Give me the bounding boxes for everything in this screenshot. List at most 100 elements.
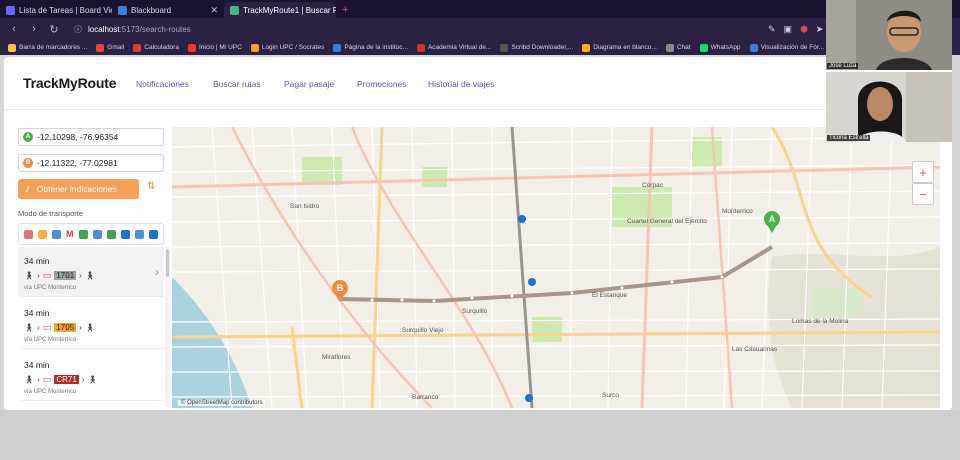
route-steps: 🚶︎ › ▭ 1701 › 🚶︎ [24,270,95,281]
bookmark-label: Visualización de Fór... [760,44,825,51]
tab-label: TrackMyRoute1 | Buscar Rutas [243,5,336,15]
bookmark-item[interactable]: Barra de marcadores ... [8,43,88,52]
route-steps: 🚶︎ › ▭ 1705 › 🚶︎ [24,322,95,333]
chevron-right-icon: › [37,375,40,384]
vpn-icon[interactable]: ⬢ [800,24,808,35]
new-tab-button[interactable]: + [336,2,354,18]
nav-promociones[interactable]: Promociones [357,79,407,89]
bookmark-item[interactable]: Scribd Downloader,... [500,43,573,52]
route-option[interactable]: 34 min 🚶︎ › ▭ 1705 › 🚶︎ vía UPC Monterrico [18,299,164,349]
bus-icon: ▭ [42,322,52,332]
bookmark-item[interactable]: Calculadora [133,43,179,52]
bookmark-icon [96,43,105,52]
train-icon[interactable] [92,229,102,239]
participant-video-2: Ticona Estrella [826,72,952,142]
bookmark-item[interactable]: Inicio | Mi UPC [187,43,242,52]
browser-tab-blackboard[interactable]: Blackboard ✕ [112,2,224,18]
bus-icon: ▭ [42,374,52,384]
bookmark-label: Login UPC / Socrates [261,44,325,51]
bookmark-label: Barra de marcadores ... [19,44,88,51]
transport-mode-selector: M [18,223,164,245]
bookmark-item[interactable]: Gmail [96,43,125,52]
participant-avatar [826,72,952,142]
origin-input[interactable]: A -12.10298, -76.96354 [18,128,164,146]
results-scrollbar-thumb[interactable] [166,249,169,277]
bookmark-item[interactable]: Página de la instituc... [333,43,408,52]
tab-label: Lista de Tareas | Board View [19,5,112,15]
route-line-badge: 1701 [54,271,77,280]
camera-icon[interactable]: ▣ [784,24,793,35]
route-duration: 34 min [24,308,50,318]
reload-icon[interactable]: ↻ [48,23,60,36]
ferry-icon[interactable] [149,229,159,239]
tab-favicon-icon [230,5,239,15]
map-label: El Estanque [592,292,627,299]
bookmark-item[interactable]: Chat [665,43,691,52]
url-path: :5173/search-routes [119,24,191,34]
tram-icon[interactable] [106,229,116,239]
bus-blue-icon[interactable] [51,229,61,239]
map-label: Las Casuarinas [732,346,778,353]
bookmark-label: Inicio | Mi UPC [198,44,242,51]
bookmark-item[interactable]: Visualización de Fór... [749,43,825,52]
tab-label: Blackboard [131,5,172,15]
origin-marker-icon: A [23,132,33,142]
walk-icon: 🚶︎ [84,271,95,280]
route-via: vía UPC Monterrico [24,389,77,395]
bookmark-icon [133,43,142,52]
route-via: vía UPC Monterrico [24,337,77,343]
corridor-icon[interactable] [78,229,88,239]
participant-video-1: Jose Luza [826,0,952,70]
nav-historial-de-viajes[interactable]: Historial de viajes [428,79,495,89]
destination-input[interactable]: B -12.11322, -77.02981 [18,154,164,172]
app-page: TrackMyRoute Notificaciones Buscar rutas… [4,57,952,410]
nav-notificaciones[interactable]: Notificaciones [136,79,189,89]
bookmark-item[interactable]: Login UPC / Socrates [250,43,325,52]
close-tab-icon[interactable]: ✕ [210,5,218,16]
cable-car-icon[interactable] [121,229,131,239]
walk-icon: 🚶︎ [84,323,95,332]
info-icon: ⓘ [74,24,82,34]
bus-icon: ▭ [42,270,52,280]
map-label: Surquillo Viejo [402,327,444,334]
address-bar[interactable]: ⓘ localhost:5173/search-routes [68,21,728,37]
browser-tab-trackmyroute[interactable]: TrackMyRoute1 | Buscar Rutas ✕ [224,2,336,18]
swap-icon[interactable]: ⇅ [147,181,155,192]
get-directions-button[interactable]: ⫽ Obtener indicaciones [18,179,139,199]
chevron-right-icon: › [81,375,85,384]
minibus-icon[interactable] [37,229,47,239]
route-option[interactable]: 34 min 🚶︎ › ▭ 1701 › 🚶︎ vía UPC Monterrico › [18,247,164,297]
chevron-right-icon[interactable]: › [155,265,159,279]
bookmark-label: Gmail [107,44,125,51]
chevron-right-icon: › [79,271,82,280]
metro-icon[interactable]: M [66,229,74,239]
map-attribution[interactable]: © OpenStreetMap contributors [178,400,266,406]
bus-icon[interactable] [23,229,33,239]
nav-buscar-rutas[interactable]: Buscar rutas [213,79,261,89]
route-map[interactable]: A B San Isidro Monterrico Surquillo Mira… [172,127,940,408]
edit-icon[interactable]: ✎ [768,24,776,35]
map-label: Monterrico [722,208,753,215]
bookmark-icon [699,43,708,52]
route-option[interactable]: 34 min 🚶︎ › ▭ CR71 › 🚶︎ vía UPC Monterrico [18,351,164,401]
bookmark-item[interactable]: Diagrama en blanco... [582,43,657,52]
zoom-out-button[interactable]: − [912,183,934,205]
bookmark-item[interactable]: WhatsApp [699,43,741,52]
participant-name: Jose Luza [827,63,859,69]
bookmark-item[interactable]: Academia Virtual de... [416,43,491,52]
participant-name: Ticona Estrella [827,135,871,141]
app-logo[interactable]: TrackMyRoute [23,75,116,91]
nav-pagar-pasaje[interactable]: Pagar pasaje [284,79,334,89]
browser-nav-bar: ‹ › ↻ ⓘ localhost:5173/search-routes ✎ ▣… [0,18,960,40]
forward-icon[interactable]: › [28,23,40,35]
tab-favicon-icon [6,5,15,15]
shuttle-icon[interactable] [135,229,145,239]
back-icon[interactable]: ‹ [8,23,20,35]
bookmark-icon [749,43,758,52]
browser-tab-lista-de-tareas[interactable]: Lista de Tareas | Board View ✕ [0,2,112,18]
chevron-right-icon: › [37,323,40,332]
header-divider [4,109,952,110]
route-via: vía UPC Monterrico [24,285,77,291]
zoom-in-button[interactable]: + [912,161,934,183]
send-icon[interactable]: ➤ [816,24,824,35]
